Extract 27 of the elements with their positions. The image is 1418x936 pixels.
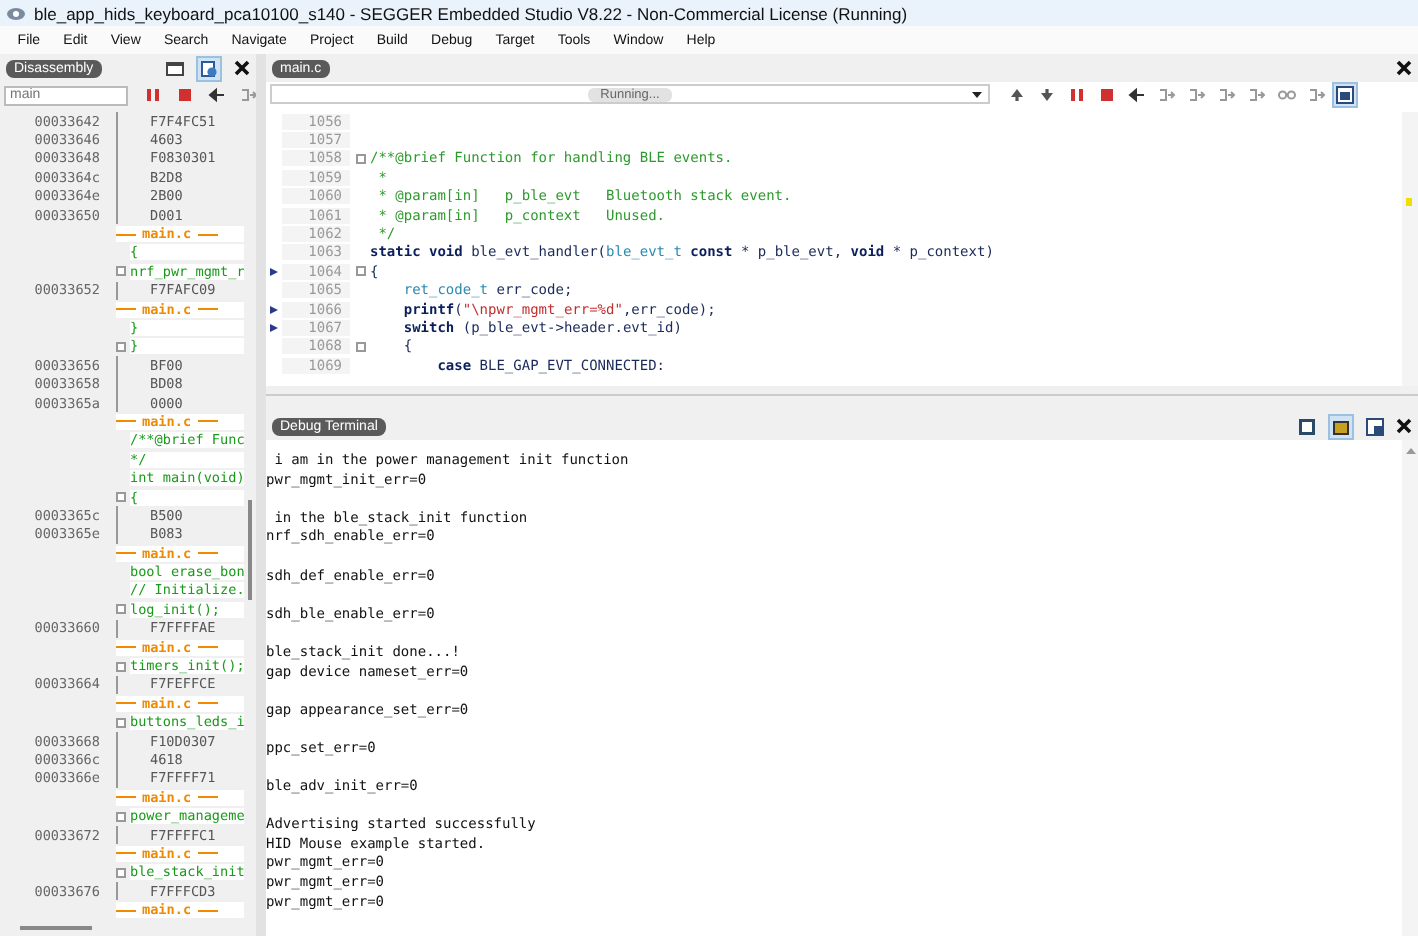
close-icon[interactable] (234, 60, 250, 76)
window-icon[interactable] (1332, 81, 1358, 107)
fold-icon[interactable] (116, 341, 126, 352)
breakpoint-marker-icon[interactable] (270, 267, 278, 276)
window-title: ble_app_hids_keyboard_pca10100_s140 - SEGGER Embedded Studio V8.22 - Non-Commercial License (Running) (34, 3, 908, 23)
scrollbar[interactable] (1402, 112, 1418, 386)
fold-icon[interactable] (116, 811, 126, 822)
scrollbar[interactable] (1402, 440, 1418, 936)
fold-icon[interactable] (116, 492, 126, 502)
breakpoint-marker-icon[interactable] (270, 305, 278, 314)
window-icon[interactable] (166, 59, 184, 77)
caret-icon (972, 92, 982, 98)
fold-icon[interactable] (116, 867, 126, 878)
fold-icon[interactable] (116, 661, 126, 672)
close-icon[interactable] (1396, 418, 1412, 434)
fold-icon[interactable] (116, 717, 126, 728)
breakpoint-marker-icon[interactable] (270, 323, 278, 332)
window-icon[interactable] (1366, 417, 1384, 435)
fold-icon[interactable] (355, 266, 365, 277)
eye-icon (6, 5, 26, 21)
scroll-up-icon[interactable] (1405, 446, 1415, 454)
fold-icon[interactable] (116, 266, 126, 277)
fold-icon[interactable] (355, 153, 365, 164)
close-icon[interactable] (1396, 60, 1412, 76)
fold-icon[interactable] (355, 341, 365, 352)
fold-icon[interactable] (116, 604, 126, 615)
bookmark-marker (1406, 198, 1412, 206)
